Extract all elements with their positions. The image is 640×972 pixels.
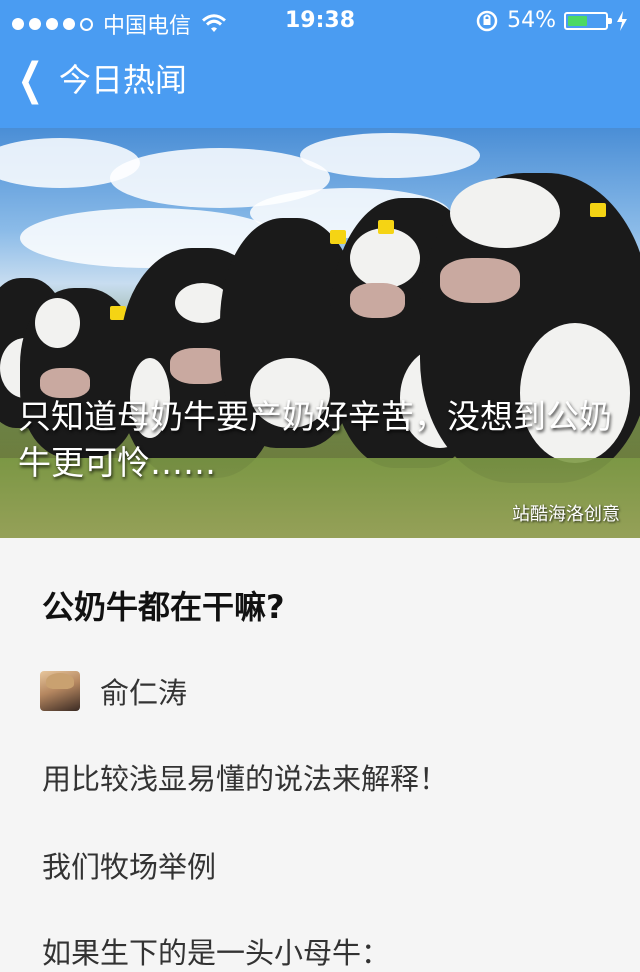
paragraph: 我们牧场举例 <box>42 850 217 884</box>
avatar[interactable] <box>40 671 80 711</box>
back-button[interactable]: ❮ 今日热闻 <box>12 58 187 102</box>
charging-bolt-icon <box>617 10 627 31</box>
nav-bar: ❮ 今日热闻 <box>0 40 640 128</box>
status-right: 54% <box>475 8 628 33</box>
question-title: 公奶牛都在干嘛? <box>42 588 285 626</box>
author-name[interactable]: 俞仁涛 <box>100 670 187 712</box>
article-content: 公奶牛都在干嘛? 俞仁涛 用比较浅显易懂的说法来解释！ 我们牧场举例 如果生下的… <box>0 538 640 970</box>
chevron-left-icon: ❮ <box>17 54 44 105</box>
paragraph: 用比较浅显易懂的说法来解释！ <box>42 762 449 796</box>
battery-percent: 54% <box>507 8 556 33</box>
rotation-lock-icon <box>476 10 498 31</box>
hero-image[interactable]: 只知道母奶牛要产奶好辛苦，没想到公奶牛更可怜…… 站酷海洛创意 <box>0 128 640 538</box>
nav-title: 今日热闻 <box>58 61 187 99</box>
paragraph: 如果生下的是一头小母牛： <box>42 936 391 970</box>
hero-title: 只知道母奶牛要产奶好辛苦，没想到公奶牛更可怜…… <box>18 397 612 482</box>
author-row[interactable]: 俞仁涛 <box>40 670 187 712</box>
battery-icon <box>564 11 612 30</box>
status-bar: 中国电信 19:38 54% <box>0 0 640 40</box>
cloud <box>300 133 480 178</box>
image-credit: 站酷海洛创意 <box>512 504 620 525</box>
